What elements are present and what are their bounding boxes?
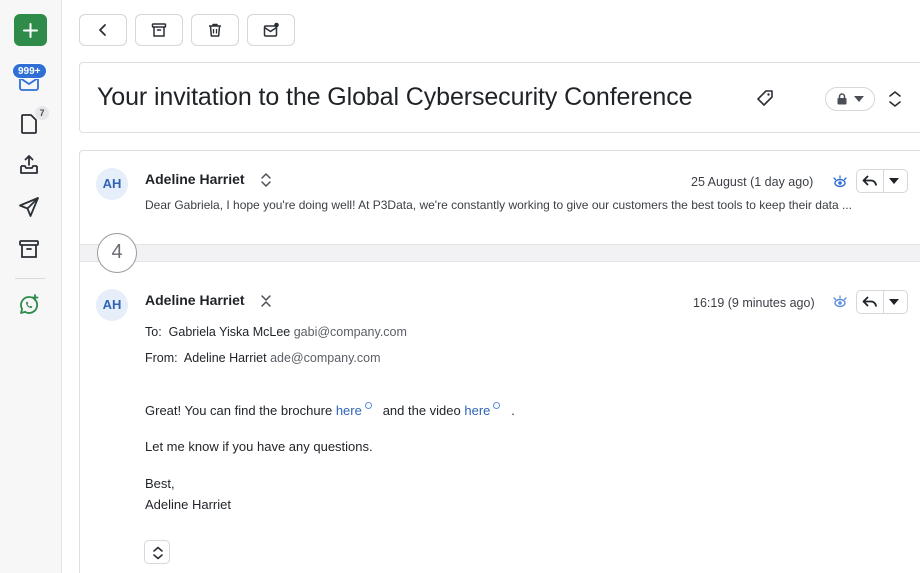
- sent-button[interactable]: [15, 193, 43, 221]
- plus-icon: [23, 23, 38, 38]
- from-email[interactable]: ade@company.com: [270, 351, 380, 365]
- body-signature: Adeline Harriet: [145, 497, 231, 512]
- video-link[interactable]: here: [464, 403, 490, 418]
- body-paragraph: Let me know if you have any questions.: [145, 439, 373, 454]
- body-text: Great! You can find the brochure: [145, 403, 333, 418]
- expand-icon: [153, 546, 163, 560]
- button-divider: [883, 170, 884, 192]
- message-date: 25 August (1 day ago): [691, 175, 814, 189]
- external-link-icon: [493, 402, 501, 409]
- thread-message-collapsed[interactable]: AH Adeline Harriet 25 August (1 day ago)…: [80, 151, 920, 244]
- avatar: AH: [96, 289, 128, 321]
- sender-line: From: Adeline Harriet ade@company.com: [145, 351, 381, 365]
- to-name: Gabriela Yiska McLee: [168, 325, 291, 339]
- inbox-badge: 999+: [12, 63, 47, 79]
- drafts-count-badge: 7: [35, 106, 49, 120]
- button-divider: [883, 291, 884, 313]
- compose-button[interactable]: [14, 14, 47, 46]
- read-tracking-icon[interactable]: [832, 295, 848, 314]
- archive-button[interactable]: [15, 235, 43, 263]
- to-label: To:: [145, 325, 162, 339]
- caret-down-icon: [854, 96, 864, 102]
- collapsed-messages-band[interactable]: [80, 244, 920, 262]
- left-rail: 999+ 7: [0, 0, 62, 573]
- show-quoted-button[interactable]: [144, 540, 170, 564]
- body-paragraph: Great! You can find the brochure here an…: [145, 402, 515, 418]
- read-tracking-icon[interactable]: [832, 175, 848, 194]
- reply-button-group[interactable]: [856, 169, 908, 193]
- from-name: Adeline Harriet: [183, 351, 267, 365]
- trash-icon: [209, 23, 221, 37]
- recipient-line: To: Gabriela Yiska McLee gabi@company.co…: [145, 325, 407, 339]
- rail-divider: [15, 278, 45, 279]
- reply-icon: [862, 175, 877, 186]
- email-subject: Your invitation to the Global Cybersecur…: [97, 83, 693, 111]
- message-snippet: Dear Gabriela, I hope you're doing well!…: [145, 198, 852, 212]
- brochure-link[interactable]: here: [336, 403, 362, 418]
- sender-name: Adeline Harriet: [145, 292, 245, 308]
- to-email[interactable]: gabi@company.com: [294, 325, 407, 339]
- lock-icon: [837, 93, 847, 105]
- chevron-left-icon: [99, 24, 106, 36]
- body-text: .: [511, 403, 515, 418]
- sender-name: Adeline Harriet: [145, 171, 245, 187]
- back-button[interactable]: [79, 14, 127, 46]
- delete-button[interactable]: [191, 14, 239, 46]
- privacy-select[interactable]: [825, 87, 875, 111]
- reply-button-group[interactable]: [856, 290, 908, 314]
- expand-collapse-icon[interactable]: [888, 90, 902, 113]
- archive-icon: [19, 240, 39, 258]
- subject-card: Your invitation to the Global Cybersecur…: [79, 62, 920, 133]
- email-thread: AH Adeline Harriet 25 August (1 day ago)…: [79, 150, 920, 573]
- mail-unread-icon: [263, 22, 279, 37]
- archive-icon: [151, 23, 167, 37]
- expand-details-icon[interactable]: [260, 172, 272, 193]
- body-paragraph: Best,: [145, 476, 175, 491]
- body-text: and the video: [382, 403, 461, 418]
- thread-message-expanded: AH Adeline Harriet 16:19 (9 minutes ago)…: [80, 262, 920, 573]
- mark-unread-button[interactable]: [247, 14, 295, 46]
- whatsapp-icon: [20, 294, 39, 314]
- caret-down-icon: [889, 299, 899, 305]
- caret-down-icon: [889, 178, 899, 184]
- upload-tray-icon: [20, 155, 38, 174]
- from-label: From:: [145, 351, 178, 365]
- send-icon: [19, 197, 39, 217]
- external-link-icon: [364, 402, 372, 409]
- whatsapp-button[interactable]: [15, 291, 43, 319]
- tag-icon[interactable]: [756, 89, 774, 112]
- avatar: AH: [96, 168, 128, 200]
- collapse-details-icon[interactable]: [260, 294, 272, 313]
- archive-toolbar-button[interactable]: [135, 14, 183, 46]
- reply-icon: [862, 296, 877, 307]
- outbox-button[interactable]: [15, 151, 43, 179]
- message-date: 16:19 (9 minutes ago): [693, 296, 815, 310]
